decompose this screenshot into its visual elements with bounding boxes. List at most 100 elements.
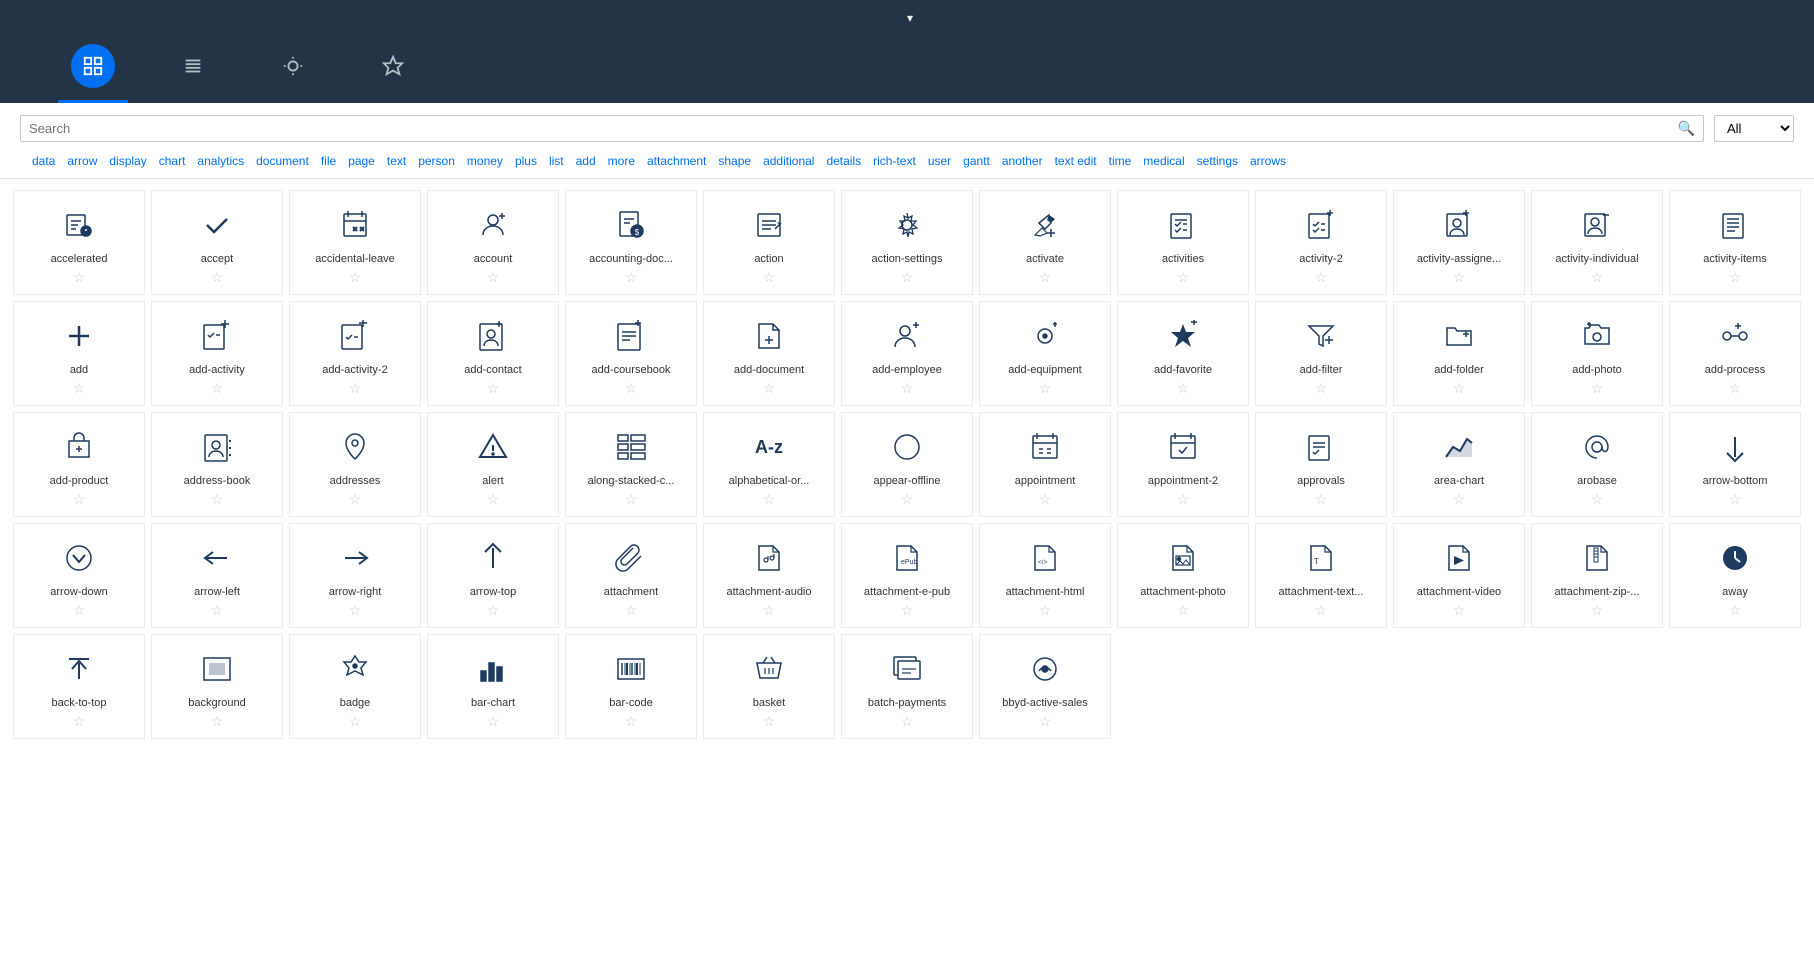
tag-medical[interactable]: medical bbox=[1139, 152, 1188, 170]
icon-cell-addresses[interactable]: addresses☆ bbox=[289, 412, 421, 517]
favorite-star[interactable]: ☆ bbox=[349, 380, 362, 397]
favorite-star[interactable]: ☆ bbox=[211, 380, 224, 397]
favorite-star[interactable]: ☆ bbox=[1315, 380, 1328, 397]
tag-shape[interactable]: shape bbox=[714, 152, 755, 170]
favorite-star[interactable]: ☆ bbox=[487, 269, 500, 286]
icon-cell-activities[interactable]: activities☆ bbox=[1117, 190, 1249, 295]
icon-cell-activity-assigne...[interactable]: activity-assigne...☆ bbox=[1393, 190, 1525, 295]
icon-cell-activity-2[interactable]: activity-2☆ bbox=[1255, 190, 1387, 295]
favorite-star[interactable]: ☆ bbox=[1591, 602, 1604, 619]
favorite-star[interactable]: ☆ bbox=[1729, 491, 1742, 508]
favorite-star[interactable]: ☆ bbox=[487, 713, 500, 730]
favorite-star[interactable]: ☆ bbox=[1039, 269, 1052, 286]
icon-cell-address-book[interactable]: address-book☆ bbox=[151, 412, 283, 517]
tag-text-edit[interactable]: text edit bbox=[1051, 152, 1101, 170]
icon-cell-action-settings[interactable]: action-settings☆ bbox=[841, 190, 973, 295]
favorite-star[interactable]: ☆ bbox=[763, 713, 776, 730]
icon-cell-add-product[interactable]: add-product☆ bbox=[13, 412, 145, 517]
favorite-star[interactable]: ☆ bbox=[1177, 491, 1190, 508]
icon-cell-alert[interactable]: alert☆ bbox=[427, 412, 559, 517]
tag-another[interactable]: another bbox=[998, 152, 1047, 170]
tag-add[interactable]: add bbox=[572, 152, 600, 170]
icon-cell-add-activity[interactable]: add-activity☆ bbox=[151, 301, 283, 406]
icon-cell-appointment-2[interactable]: appointment-2☆ bbox=[1117, 412, 1249, 517]
icon-cell-account[interactable]: account☆ bbox=[427, 190, 559, 295]
tag-plus[interactable]: plus bbox=[511, 152, 541, 170]
view-btn-favorites[interactable] bbox=[358, 44, 428, 103]
icon-cell-accounting-doc...[interactable]: $accounting-doc...☆ bbox=[565, 190, 697, 295]
favorite-star[interactable]: ☆ bbox=[901, 713, 914, 730]
icon-cell-add-coursebook[interactable]: add-coursebook☆ bbox=[565, 301, 697, 406]
tag-person[interactable]: person bbox=[414, 152, 459, 170]
favorite-star[interactable]: ☆ bbox=[1039, 491, 1052, 508]
icon-cell-add-activity-2[interactable]: add-activity-2☆ bbox=[289, 301, 421, 406]
icon-cell-accelerated[interactable]: accelerated☆ bbox=[13, 190, 145, 295]
tag-settings[interactable]: settings bbox=[1193, 152, 1242, 170]
icon-cell-attachment-video[interactable]: attachment-video☆ bbox=[1393, 523, 1525, 628]
favorite-star[interactable]: ☆ bbox=[211, 269, 224, 286]
icon-cell-add-filter[interactable]: add-filter☆ bbox=[1255, 301, 1387, 406]
tag-chart[interactable]: chart bbox=[155, 152, 190, 170]
favorite-star[interactable]: ☆ bbox=[625, 491, 638, 508]
favorite-star[interactable]: ☆ bbox=[349, 713, 362, 730]
favorite-star[interactable]: ☆ bbox=[1591, 491, 1604, 508]
icon-cell-add-folder[interactable]: add-folder☆ bbox=[1393, 301, 1525, 406]
favorite-star[interactable]: ☆ bbox=[901, 602, 914, 619]
favorite-star[interactable]: ☆ bbox=[1453, 602, 1466, 619]
favorite-star[interactable]: ☆ bbox=[1039, 602, 1052, 619]
icon-cell-alphabetical-or...[interactable]: A-zalphabetical-or...☆ bbox=[703, 412, 835, 517]
icon-cell-accept[interactable]: accept☆ bbox=[151, 190, 283, 295]
icon-cell-activate[interactable]: activate☆ bbox=[979, 190, 1111, 295]
icon-cell-batch-payments[interactable]: batch-payments☆ bbox=[841, 634, 973, 739]
tag-analytics[interactable]: analytics bbox=[193, 152, 248, 170]
icon-cell-area-chart[interactable]: area-chart☆ bbox=[1393, 412, 1525, 517]
icon-cell-add-process[interactable]: add-process☆ bbox=[1669, 301, 1801, 406]
favorite-star[interactable]: ☆ bbox=[1039, 380, 1052, 397]
icon-cell-arrow-left[interactable]: arrow-left☆ bbox=[151, 523, 283, 628]
favorite-star[interactable]: ☆ bbox=[349, 602, 362, 619]
view-btn-visual[interactable] bbox=[258, 44, 328, 103]
icon-cell-action[interactable]: action☆ bbox=[703, 190, 835, 295]
favorite-star[interactable]: ☆ bbox=[1315, 602, 1328, 619]
favorite-star[interactable]: ☆ bbox=[349, 491, 362, 508]
icon-cell-attachment[interactable]: attachment☆ bbox=[565, 523, 697, 628]
icon-cell-attachment-html[interactable]: </>attachment-html☆ bbox=[979, 523, 1111, 628]
view-btn-grid[interactable] bbox=[58, 44, 128, 103]
filter-select[interactable]: All Name Tag bbox=[1714, 115, 1794, 142]
tag-data[interactable]: data bbox=[28, 152, 59, 170]
tag-rich-text[interactable]: rich-text bbox=[869, 152, 920, 170]
favorite-star[interactable]: ☆ bbox=[73, 269, 86, 286]
tag-time[interactable]: time bbox=[1105, 152, 1136, 170]
icon-cell-accidental-leave[interactable]: accidental-leave☆ bbox=[289, 190, 421, 295]
favorite-star[interactable]: ☆ bbox=[901, 491, 914, 508]
tag-document[interactable]: document bbox=[252, 152, 313, 170]
icon-cell-attachment-text...[interactable]: Tattachment-text...☆ bbox=[1255, 523, 1387, 628]
icon-cell-attachment-audio[interactable]: attachment-audio☆ bbox=[703, 523, 835, 628]
favorite-star[interactable]: ☆ bbox=[487, 602, 500, 619]
favorite-star[interactable]: ☆ bbox=[763, 491, 776, 508]
favorite-star[interactable]: ☆ bbox=[1177, 380, 1190, 397]
icon-cell-bar-chart[interactable]: bar-chart☆ bbox=[427, 634, 559, 739]
favorite-star[interactable]: ☆ bbox=[1729, 269, 1742, 286]
favorite-star[interactable]: ☆ bbox=[901, 269, 914, 286]
favorite-star[interactable]: ☆ bbox=[1729, 602, 1742, 619]
icon-cell-add-favorite[interactable]: add-favorite☆ bbox=[1117, 301, 1249, 406]
favorite-star[interactable]: ☆ bbox=[1729, 380, 1742, 397]
icon-cell-arobase[interactable]: arobase☆ bbox=[1531, 412, 1663, 517]
tag-attachment[interactable]: attachment bbox=[643, 152, 710, 170]
favorite-star[interactable]: ☆ bbox=[1453, 380, 1466, 397]
icon-cell-along-stacked-c...[interactable]: along-stacked-c...☆ bbox=[565, 412, 697, 517]
favorite-star[interactable]: ☆ bbox=[211, 491, 224, 508]
icon-cell-add-contact[interactable]: add-contact☆ bbox=[427, 301, 559, 406]
icon-cell-attachment-zip-...[interactable]: attachment-zip-...☆ bbox=[1531, 523, 1663, 628]
tag-arrow[interactable]: arrow bbox=[63, 152, 101, 170]
favorite-star[interactable]: ☆ bbox=[1591, 269, 1604, 286]
icon-cell-attachment-e-pub[interactable]: ePubattachment-e-pub☆ bbox=[841, 523, 973, 628]
icon-cell-add-photo[interactable]: add-photo☆ bbox=[1531, 301, 1663, 406]
tag-text[interactable]: text bbox=[383, 152, 410, 170]
favorite-star[interactable]: ☆ bbox=[487, 491, 500, 508]
tag-money[interactable]: money bbox=[463, 152, 507, 170]
favorite-star[interactable]: ☆ bbox=[1453, 269, 1466, 286]
tag-display[interactable]: display bbox=[105, 152, 150, 170]
favorite-star[interactable]: ☆ bbox=[487, 380, 500, 397]
